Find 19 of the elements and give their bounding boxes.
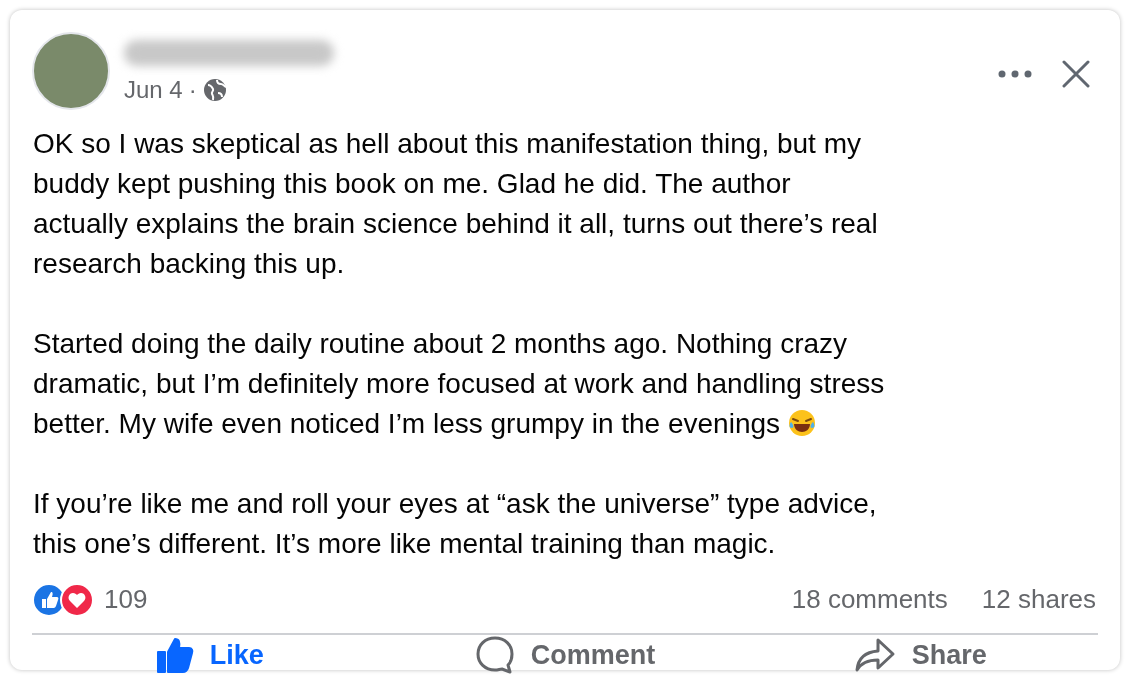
post-paragraph: If you’re like me and roll your eyes at “ask the universe” type advice, this one’s different. It’s more like mental training than magic. — [33, 487, 878, 561]
close-icon[interactable] — [1062, 60, 1090, 88]
shares-count[interactable]: 12 shares — [981, 580, 1096, 619]
reaction-count[interactable]: 109 — [104, 580, 148, 619]
comment-button[interactable]: Comment — [387, 635, 743, 676]
post-date[interactable]: Jun 4 — [124, 72, 183, 108]
more-options-icon[interactable] — [998, 70, 1032, 78]
share-arrow-icon — [853, 637, 896, 674]
like-button[interactable]: Like — [32, 635, 388, 676]
globe-icon — [202, 78, 227, 102]
speech-bubble-icon — [474, 635, 515, 676]
share-button[interactable]: Share — [742, 635, 1098, 676]
comments-count[interactable]: 18 comments — [791, 580, 948, 619]
thumbs-up-icon — [155, 636, 194, 675]
post-paragraph: Started doing the daily routine about 2 months ago. Nothing crazy dramatic, but I’m definitely more focused at work and handling stress better. My wife even noticed I’m less grumpy in the evenings — [33, 327, 886, 441]
reaction-icons[interactable] — [32, 582, 94, 617]
separator: · — [188, 75, 197, 105]
laughing-face-emoji-icon — [788, 409, 817, 437]
post-paragraph: OK so I was skeptical as hell about this manifestation thing, but my buddy kept pushing this book on me. Glad he did. The author actually explains the brain science behind it all, turns out there’s real research backing this up. — [33, 127, 879, 281]
